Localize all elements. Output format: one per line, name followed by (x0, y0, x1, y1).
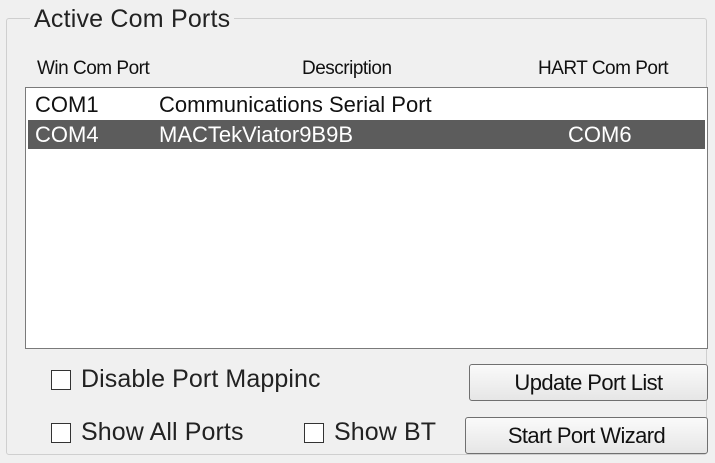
column-header-description[interactable]: Description (302, 58, 392, 80)
show-bt-checkbox[interactable]: Show BT (304, 418, 436, 447)
show-all-ports-checkbox[interactable]: Show All Ports (51, 418, 244, 447)
checkbox-square[interactable] (51, 422, 71, 443)
checkbox-square[interactable] (51, 369, 71, 390)
list-item-com4[interactable]: COM4 MACTekViator9B9B COM6 (28, 120, 705, 149)
show-bt-label: Show BT (334, 418, 437, 446)
group-title: Active Com Ports (30, 4, 235, 34)
port-description: Communications Serial Port (159, 92, 432, 117)
column-header-win-com-port[interactable]: Win Com Port (37, 58, 150, 80)
disable-port-mapping-checkbox[interactable]: Disable Port Mappinc (51, 365, 321, 394)
com-port-list[interactable]: COM1 Communications Serial Port COM4 MAC… (25, 87, 708, 349)
start-port-wizard-button[interactable]: Start Port Wizard (465, 417, 708, 454)
show-all-ports-label: Show All Ports (81, 418, 244, 446)
port-description: MACTekViator9B9B (159, 122, 354, 147)
port-name: COM4 (35, 122, 99, 147)
checkbox-square[interactable] (304, 422, 324, 443)
list-item-com1[interactable]: COM1 Communications Serial Port (28, 90, 705, 119)
hart-port: COM6 (568, 122, 632, 147)
column-header-hart-com-port[interactable]: HART Com Port (538, 58, 669, 80)
disable-port-mapping-label: Disable Port Mappinc (81, 365, 321, 393)
update-port-list-button[interactable]: Update Port List (469, 364, 708, 401)
port-name: COM1 (35, 92, 99, 117)
